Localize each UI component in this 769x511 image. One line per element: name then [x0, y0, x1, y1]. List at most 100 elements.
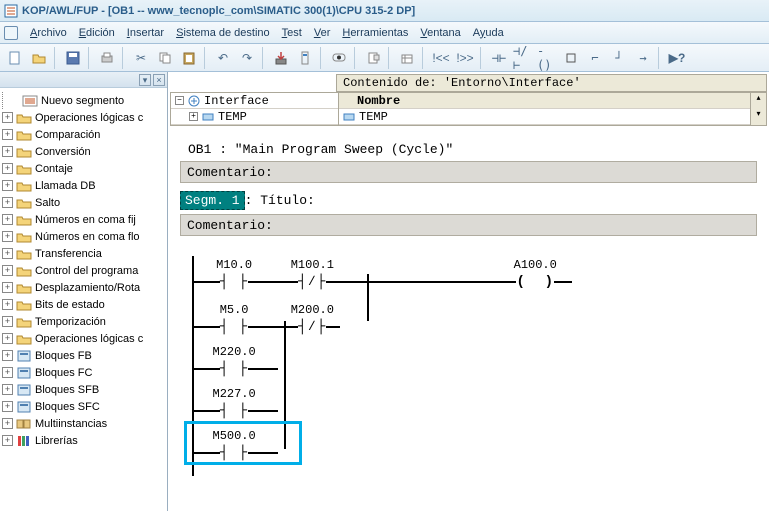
tree-item[interactable]: +Bloques FC: [2, 364, 165, 381]
copy-button[interactable]: [154, 47, 176, 69]
ref-button[interactable]: [396, 47, 418, 69]
contact-no-button[interactable]: ⊣⊢: [488, 47, 510, 69]
monitor-button[interactable]: [328, 47, 350, 69]
scroll-up-icon[interactable]: ▴: [751, 93, 766, 109]
coil-button[interactable]: -(): [536, 47, 558, 69]
menu-test[interactable]: Test: [276, 27, 308, 39]
tree-item[interactable]: +Transferencia: [2, 245, 165, 262]
menu-edicion[interactable]: Edición: [73, 27, 121, 39]
tree-item[interactable]: Nuevo segmento: [2, 92, 165, 109]
tree-item[interactable]: +Números en coma fij: [2, 211, 165, 228]
cut-button[interactable]: ✂: [130, 47, 152, 69]
download-button[interactable]: [270, 47, 292, 69]
menu-ayuda[interactable]: Ayuda: [467, 27, 510, 39]
iface-right-row[interactable]: TEMP: [339, 109, 750, 125]
open-button[interactable]: [28, 47, 50, 69]
expand-icon[interactable]: +: [2, 384, 13, 395]
new-button[interactable]: [4, 47, 26, 69]
expand-icon[interactable]: +: [2, 248, 13, 259]
tree-item[interactable]: +Desplazamiento/Rota: [2, 279, 165, 296]
tree-item[interactable]: +Llamada DB: [2, 177, 165, 194]
expand-icon[interactable]: +: [2, 163, 13, 174]
goto2-button[interactable]: !>>: [454, 47, 476, 69]
contact-nc[interactable]: M200.0┤∕├: [298, 319, 326, 335]
contact-no[interactable]: M220.0┤ ├: [220, 361, 248, 377]
expand-icon[interactable]: +: [2, 214, 13, 225]
box-button[interactable]: [560, 47, 582, 69]
tree-item[interactable]: +Bloques SFC: [2, 398, 165, 415]
tree-item[interactable]: +Librerías: [2, 432, 165, 449]
expand-icon[interactable]: +: [2, 197, 13, 208]
tree-item[interactable]: +Operaciones lógicas c: [2, 330, 165, 347]
expand-icon[interactable]: +: [2, 333, 13, 344]
expand-icon[interactable]: +: [2, 231, 13, 242]
menu-bar[interactable]: Archivo Edición Insertar Sistema de dest…: [0, 22, 769, 44]
expand-icon[interactable]: +: [2, 401, 13, 412]
system-menu-icon[interactable]: [4, 26, 18, 40]
menu-insertar[interactable]: Insertar: [121, 27, 170, 39]
tree-item[interactable]: +Contaje: [2, 160, 165, 177]
tree-item[interactable]: +Números en coma flo: [2, 228, 165, 245]
sidebar-pin-icon[interactable]: ▾: [139, 74, 151, 86]
expand-icon[interactable]: +: [2, 282, 13, 293]
expand-icon[interactable]: +: [2, 435, 13, 446]
contact-nc-button[interactable]: ⊣/⊢: [512, 47, 534, 69]
expand-icon[interactable]: +: [2, 129, 13, 140]
goto-button[interactable]: !<<: [430, 47, 452, 69]
iface-temp-row[interactable]: + TEMP: [171, 109, 338, 125]
fld-icon: [16, 298, 32, 312]
online-button[interactable]: [294, 47, 316, 69]
code-area[interactable]: OB1 : "Main Program Sweep (Cycle)" Comen…: [168, 126, 769, 511]
tree-item[interactable]: +Bloques FB: [2, 347, 165, 364]
menu-herramientas[interactable]: Herramientas: [336, 27, 414, 39]
tree-item[interactable]: +Comparación: [2, 126, 165, 143]
segment-title[interactable]: : Título:: [245, 193, 315, 208]
expand-icon[interactable]: +: [2, 180, 13, 191]
catalog-tree[interactable]: Nuevo segmento+Operaciones lógicas c+Com…: [0, 88, 167, 511]
conn-button[interactable]: →: [632, 47, 654, 69]
comment-box-1[interactable]: Comentario:: [180, 161, 757, 183]
expand-icon[interactable]: +: [2, 367, 13, 378]
iface-root-row[interactable]: − Interface: [171, 93, 338, 109]
paste-button[interactable]: [178, 47, 200, 69]
segment-tag[interactable]: Segm. 1: [180, 191, 245, 210]
print-button[interactable]: [96, 47, 118, 69]
help-button[interactable]: ▶?: [666, 47, 688, 69]
expand-icon[interactable]: +: [2, 316, 13, 327]
scroll-down-icon[interactable]: ▾: [751, 109, 766, 125]
contact-no[interactable]: M5.0┤ ├: [220, 319, 248, 335]
expand-icon[interactable]: +: [2, 146, 13, 157]
coil[interactable]: A100.0( ): [516, 274, 554, 290]
expand-icon[interactable]: +: [2, 265, 13, 276]
expand-icon[interactable]: +: [2, 299, 13, 310]
menu-archivo[interactable]: Archivo: [24, 27, 73, 39]
tree-item[interactable]: +Multiinstancias: [2, 415, 165, 432]
menu-ver[interactable]: Ver: [308, 27, 337, 39]
tree-item[interactable]: +Control del programa: [2, 262, 165, 279]
ladder-diagram[interactable]: M10.0┤ ├ M100.1┤∕├ A100.0( ) M5.0┤ ├ M2: [184, 256, 761, 476]
save-button[interactable]: [62, 47, 84, 69]
menu-sistema[interactable]: Sistema de destino: [170, 27, 276, 39]
tree-item[interactable]: +Bits de estado: [2, 296, 165, 313]
comment-box-2[interactable]: Comentario:: [180, 214, 757, 236]
tree-item[interactable]: +Salto: [2, 194, 165, 211]
expand-icon[interactable]: +: [2, 350, 13, 361]
tree-item[interactable]: +Bloques SFB: [2, 381, 165, 398]
tree-item[interactable]: +Temporización: [2, 313, 165, 330]
tree-item[interactable]: +Operaciones lógicas c: [2, 109, 165, 126]
collapse-icon[interactable]: −: [175, 96, 184, 105]
expand-icon[interactable]: +: [2, 418, 13, 429]
redo-button[interactable]: ↷: [236, 47, 258, 69]
sidebar-close-icon[interactable]: ×: [153, 74, 165, 86]
expand-icon[interactable]: +: [2, 112, 13, 123]
expand-icon[interactable]: +: [189, 112, 198, 121]
contact-no[interactable]: M227.0┤ ├: [220, 403, 248, 419]
menu-ventana[interactable]: Ventana: [414, 27, 466, 39]
branch-open-button[interactable]: ⌐: [584, 47, 606, 69]
contact-nc[interactable]: M100.1┤∕├: [298, 274, 326, 290]
tree-item[interactable]: +Conversión: [2, 143, 165, 160]
undo-button[interactable]: ↶: [212, 47, 234, 69]
contact-no[interactable]: M10.0┤ ├: [220, 274, 248, 290]
block-button[interactable]: [362, 47, 384, 69]
branch-close-button[interactable]: ┘: [608, 47, 630, 69]
